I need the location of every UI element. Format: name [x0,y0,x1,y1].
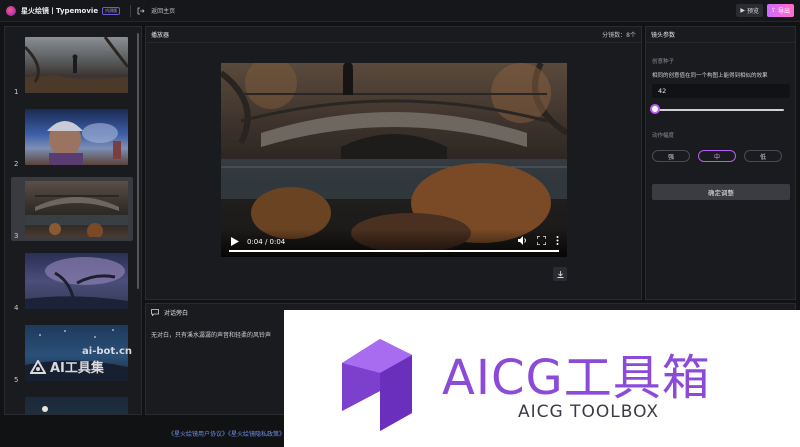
shot-number: 1 [14,88,19,96]
export-label: 导出 [777,8,790,15]
more-options-icon[interactable] [556,236,559,245]
shot-number: 3 [14,232,19,240]
app-title: 星火绘镜丨Typemovie [21,6,99,15]
shot-image-woman [25,109,128,165]
shot-thumbnail[interactable]: 2 [11,105,133,169]
sidebar-scrollbar[interactable] [137,33,139,289]
fullscreen-icon[interactable] [537,236,546,245]
dialogue-text[interactable]: 无对白，只有溪水潺潺的声音和轻柔的风铃声 [151,330,271,339]
motion-low-button[interactable]: 低 [744,150,782,162]
aicg-watermark: AICG工具箱 AICG TOOLBOX [284,310,800,447]
shot-number: 2 [14,160,19,168]
play-icon[interactable] [231,237,239,246]
video-time: 0:04 / 0:04 [247,238,286,246]
aicg-title: AICG工具箱 [442,350,711,406]
aicg-logo-icon [342,339,412,431]
shot-image-moon [25,397,128,414]
video-progress-bar[interactable] [229,250,559,252]
shot-image-bridge [25,181,128,237]
ai-bot-domain: ai-bot.cn [82,346,132,357]
motion-medium-button[interactable]: 中 [698,150,736,162]
shot-image-tree [25,253,128,309]
shot-thumbnail[interactable]: 4 [11,249,133,313]
video-frame [221,63,567,257]
video-controls: 0:04 / 0:04 [221,229,567,257]
exit-icon [137,7,145,14]
back-home-button[interactable]: 返回主页 [137,6,175,15]
aicg-subtitle: AICG TOOLBOX [518,402,660,422]
seed-slider-handle[interactable] [650,104,660,114]
motion-strong-button[interactable]: 强 [652,150,690,162]
params-title: 镜头参数 [651,32,676,39]
motion-label: 动作幅度 [652,133,675,139]
export-button[interactable]: ⇪ 导出 [766,4,794,17]
download-button[interactable] [553,267,567,281]
agreement-links[interactable]: 《星火绘镜用户协议》《星火绘镜隐私政策》 [168,429,285,438]
header-divider [130,4,132,17]
seed-description: 相同的创意值在同一个构图上能得到相似的效果 [652,73,768,79]
chat-icon [151,308,159,316]
shot-number: 4 [14,304,19,312]
volume-icon[interactable] [518,236,527,245]
seed-label: 创意种子 [652,59,675,65]
shot-thumbnail[interactable]: 1 [11,33,133,97]
download-icon [557,270,563,278]
beta-badge: 内测版 [102,6,121,15]
preview-button[interactable]: ▶ 预览 [736,4,763,17]
shot-thumbnail-active[interactable]: 3 [11,177,133,241]
seed-slider-track[interactable] [656,109,784,111]
video-progress-fill [229,250,559,252]
video-player[interactable]: 0:04 / 0:04 [221,63,567,257]
confirm-adjust-button[interactable]: 确定调整 [652,184,790,200]
top-bar: 星火绘镜丨Typemovie 内测版 返回主页 ▶ 预览 ⇪ 导出 [0,0,800,22]
dialogue-title: 对话旁白 [164,309,189,317]
shot-number: 5 [14,376,19,384]
play-icon: ▶ [740,7,745,14]
seed-input[interactable]: 42 [652,84,790,98]
shot-params-panel: 镜头参数 创意种子 相同的创意值在同一个构图上能得到相似的效果 42 动作幅度 … [645,26,796,300]
preview-label: 预览 [746,8,759,15]
player-title: 播放器 [151,32,170,39]
ai-bot-name: AI工具集 [50,361,104,376]
player-panel: 播放器 分镜数：8个 0:04 / 0:04 [145,26,642,300]
back-home-label: 返回主页 [151,8,176,15]
app-logo [6,5,16,16]
ai-bot-logo-icon [30,359,46,374]
shot-image-path [25,37,128,93]
ai-bot-watermark: ai-bot.cn AI工具集 [30,346,140,376]
shot-thumbnail[interactable]: 6 [11,393,133,414]
shot-count: 分镜数：8个 [602,32,636,39]
export-icon: ⇪ [770,7,776,14]
